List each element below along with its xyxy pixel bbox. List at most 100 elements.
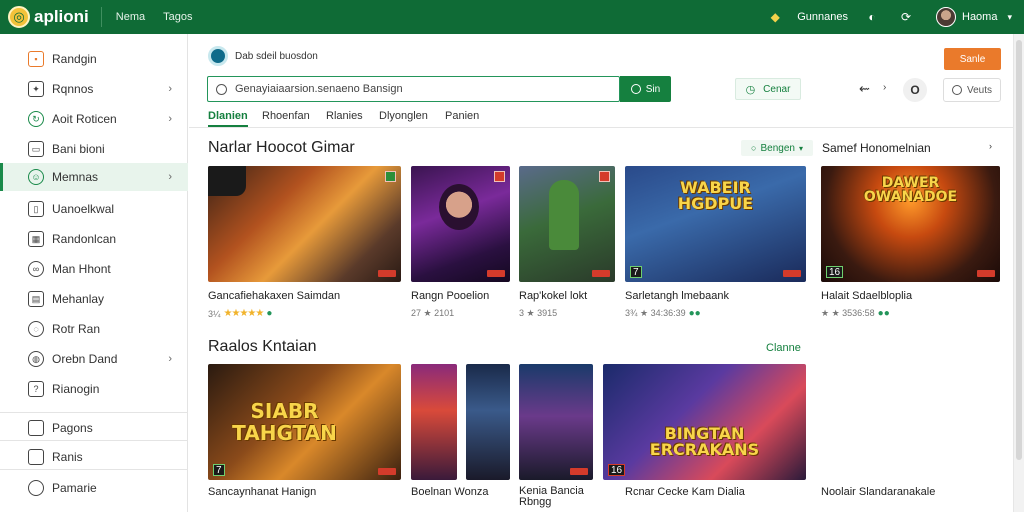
status-dots: ●● — [688, 308, 701, 319]
document-icon: ▯ — [28, 201, 44, 217]
card-title[interactable]: Boelnan Wonza — [411, 486, 488, 498]
sidebar-item-bani-bioni[interactable]: ▭ Bani bioni — [0, 135, 188, 163]
avatar[interactable] — [936, 7, 956, 27]
game-card[interactable] — [411, 364, 457, 480]
rating-badge — [977, 270, 995, 277]
sidebar-item-pagons[interactable]: Pagons — [0, 414, 188, 442]
tab-rhoenfan[interactable]: Rhoenfan — [262, 110, 310, 122]
sidebar-item-label: Pagons — [52, 421, 93, 435]
sidebar-item-rianogin[interactable]: ? Rianogin — [0, 375, 188, 403]
sidebar-item-pamarie[interactable]: Pamarie — [0, 474, 188, 502]
search-icon — [28, 480, 44, 496]
chevron-right-icon: › — [168, 83, 172, 95]
vertical-scrollbar[interactable] — [1013, 34, 1024, 512]
card-title[interactable]: Rangn Pooelion — [411, 290, 489, 302]
topnav-item-2[interactable]: Tagos — [163, 11, 192, 23]
age-badge: 7 — [630, 266, 642, 278]
sidebar-divider — [0, 412, 188, 413]
filter-button[interactable]: ◷ Cenar — [735, 78, 801, 100]
game-card[interactable] — [411, 166, 510, 282]
card-title[interactable]: Sancaynhanat Hanign — [208, 486, 316, 498]
section-filter-pill[interactable]: ○ Bengen ▾ — [741, 140, 813, 156]
tab-dlyonglen[interactable]: Dlyonglen — [379, 110, 428, 122]
rating-badge — [783, 270, 801, 277]
badge-icon[interactable]: ◆ — [767, 9, 783, 25]
tab-rlanies[interactable]: Rlanies — [326, 110, 363, 122]
search-icon: ○ — [751, 143, 757, 153]
user-name[interactable]: Haoma — [962, 11, 997, 23]
game-card[interactable]: DAWER OWANADOE 16 — [821, 166, 1000, 282]
refresh-icon: ↻ — [28, 111, 44, 127]
chat-icon: ◌ — [28, 321, 44, 337]
sidebar-item-label: Pamarie — [52, 481, 97, 495]
card-title[interactable]: Noolair Slandaranakale — [821, 486, 935, 498]
scrollbar-thumb[interactable] — [1016, 40, 1022, 460]
page-icon — [28, 449, 44, 465]
status-dots: ● — [266, 308, 273, 319]
game-card[interactable]: SIABR TAHGTAN 7 — [208, 364, 401, 480]
sidebar-item-rotr-ran[interactable]: ◌ Rotr Ran — [0, 315, 188, 343]
card-title[interactable]: Rap'kokel lokt — [519, 290, 587, 302]
chevron-right-icon: › — [168, 353, 172, 365]
rating-count: 27 ★ 2101 — [411, 308, 455, 318]
game-card[interactable] — [208, 166, 401, 282]
chevron-right-icon[interactable]: › — [883, 82, 886, 93]
sidebar-item-man-hhont[interactable]: ∞ Man Hhont — [0, 255, 188, 283]
sidebar-item-aoit-roticen[interactable]: ↻ Aoit Roticen › — [0, 105, 188, 133]
game-art — [549, 180, 579, 250]
chevron-down-icon[interactable]: › — [989, 141, 992, 151]
sidebar-item-label: Bani bioni — [52, 142, 105, 156]
sidebar-item-randonlcan[interactable]: ▦ Randonlcan — [0, 225, 188, 253]
account-label[interactable]: Gunnanes — [797, 11, 848, 23]
sidebar-item-orebn-dand[interactable]: ◍ Orebn Dand › — [0, 345, 188, 373]
chevron-right-icon: › — [168, 113, 172, 125]
search-field[interactable] — [207, 76, 620, 102]
sidebar-item-randgin[interactable]: ▪ Randgin — [0, 45, 188, 73]
game-card[interactable]: BINGTAN ERCRAKANS 16 — [603, 364, 806, 480]
tab-bar: Dlanien Rhoenfan Rlanies Dlyonglen Panie… — [189, 106, 1013, 128]
search-button[interactable]: Sin — [620, 76, 671, 102]
share-icon[interactable]: ⇜ — [859, 81, 870, 97]
game-card[interactable]: WABEIR HGDPUE 7 — [625, 166, 806, 282]
game-card[interactable] — [519, 364, 593, 480]
tab-panien[interactable]: Panien — [445, 110, 479, 122]
search-input[interactable] — [235, 83, 615, 95]
search-icon — [951, 85, 962, 95]
sidebar: ▪ Randgin ✦ Rqnnos › ↻ Aoit Roticen › ▭ … — [0, 34, 188, 512]
side-section-title: Samef Honomelnian — [822, 141, 931, 155]
game-title-art: DAWER OWANADOE — [863, 175, 958, 205]
game-art — [208, 166, 246, 196]
circle-button[interactable]: O — [903, 78, 927, 102]
game-title-art: SIABR TAHGTAN — [232, 399, 337, 445]
sidebar-item-uanoelkwal[interactable]: ▯ Uanoelkwal — [0, 195, 188, 223]
link-icon: ∞ — [28, 261, 44, 277]
card-title[interactable]: Sarletangh lmebaank — [625, 290, 729, 302]
game-card[interactable] — [466, 364, 510, 480]
game-card[interactable] — [519, 166, 615, 282]
user-menu-chevron-icon[interactable]: ▾ — [1007, 12, 1012, 23]
sidebar-item-mehanlay[interactable]: ▤ Mehanlay — [0, 285, 188, 313]
rating-badge — [487, 270, 505, 277]
tab-dlanien[interactable]: Dlanien — [208, 110, 248, 122]
sidebar-item-label: Aoit Roticen — [52, 112, 117, 126]
globe-icon: ◍ — [28, 351, 44, 367]
card-title[interactable]: Halait Sdaelbloplia — [821, 290, 912, 302]
card-meta: ★ ★ 3536:58 ●● — [821, 308, 890, 319]
app-logo[interactable]: ◎ aplioni — [8, 6, 89, 28]
primary-action-button[interactable]: Sanle — [944, 48, 1001, 70]
topnav-item-1[interactable]: Nema — [116, 11, 145, 23]
see-all-link[interactable]: Clanne — [766, 342, 801, 354]
sidebar-item-ranis[interactable]: Ranis — [0, 443, 188, 471]
card-title[interactable]: Kenia Bancia Rbngg — [519, 486, 611, 508]
notification-icon[interactable]: ◐ — [864, 9, 880, 25]
clock-icon: ◷ — [745, 83, 756, 96]
sidebar-item-memnas[interactable]: ☺ Memnas › — [0, 163, 188, 191]
sidebar-item-rqnnos[interactable]: ✦ Rqnnos › — [0, 75, 188, 103]
card-title[interactable]: Rcnar Cecke Kam Dialia — [625, 486, 745, 498]
sidebar-item-label: Mehanlay — [52, 292, 105, 306]
card-title[interactable]: Gancafiehakaxen Saimdan — [208, 290, 340, 302]
settings-icon[interactable]: ⟳ — [898, 9, 914, 25]
users-icon: ☺ — [28, 169, 44, 185]
views-button[interactable]: Veuts — [943, 78, 1001, 102]
rating-badge — [378, 468, 396, 475]
